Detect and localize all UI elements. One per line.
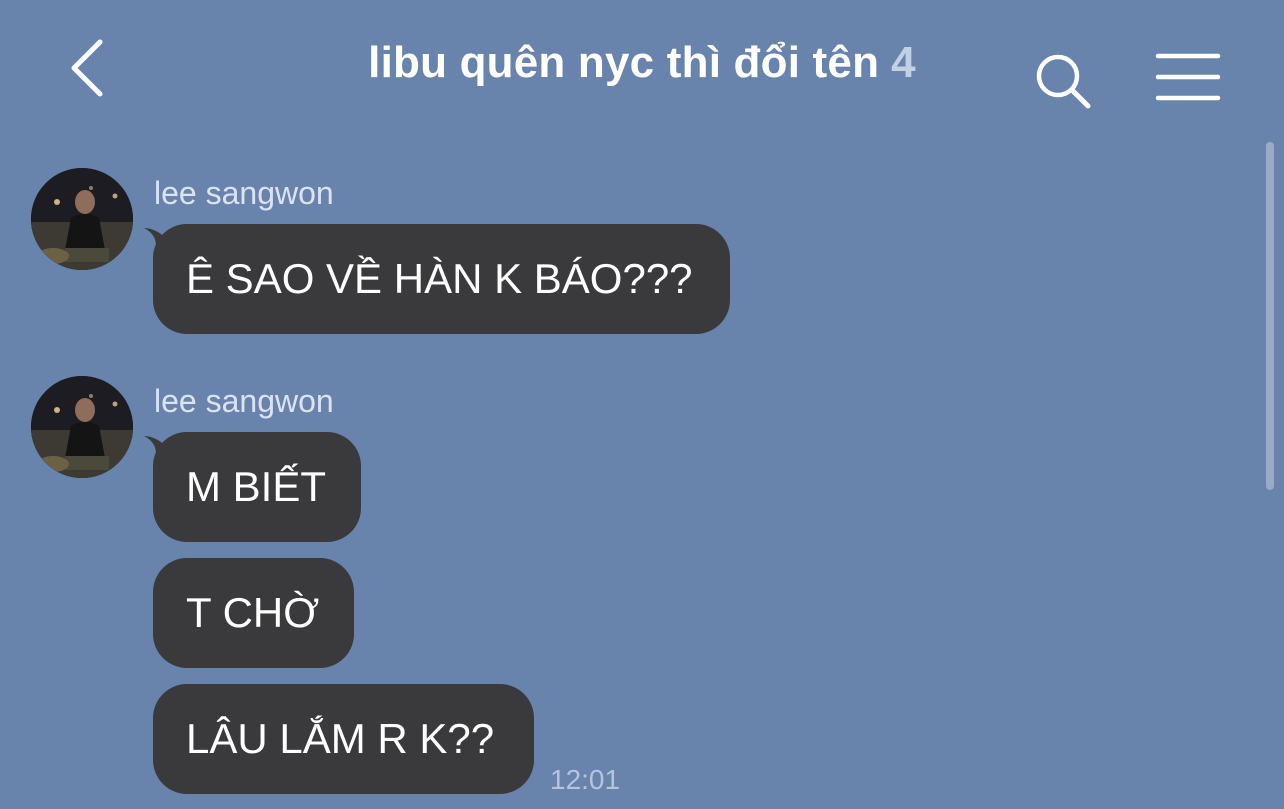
message-bubble[interactable]: M BIẾT (153, 432, 361, 542)
chat-header: libu quên nyc thì đổi tên 4 (0, 0, 1284, 135)
menu-button[interactable] (1152, 50, 1224, 104)
avatar[interactable] (31, 168, 133, 270)
group-name: libu quên nyc thì đổi tên (368, 38, 880, 87)
avatar[interactable] (31, 376, 133, 478)
search-icon (1036, 54, 1091, 109)
sender-name: lee sangwon (154, 175, 334, 211)
message-bubble[interactable]: Ê SAO VỀ HÀN K BÁO??? (153, 224, 730, 334)
profile-photo-icon (31, 376, 133, 478)
member-count: 4 (891, 38, 916, 87)
search-button[interactable] (1030, 48, 1096, 114)
chat-screen: libu quên nyc thì đổi tên 4 lee sangwon … (0, 0, 1284, 809)
hamburger-menu-icon (1155, 53, 1221, 101)
message-bubble[interactable]: LÂU LẮM R K?? (153, 684, 534, 794)
message-bubble[interactable]: T CHỜ (153, 558, 354, 668)
scrollbar[interactable] (1266, 142, 1274, 490)
message-timestamp: 12:01 (550, 764, 621, 795)
profile-photo-icon (31, 168, 133, 270)
sender-name: lee sangwon (154, 383, 334, 419)
